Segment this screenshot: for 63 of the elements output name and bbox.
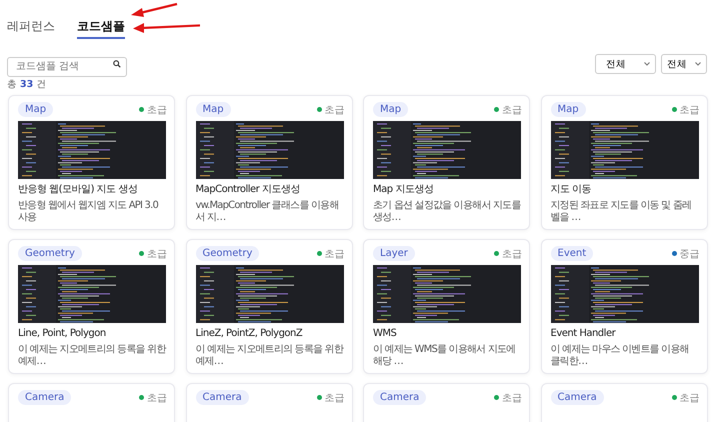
category-tag: Camera [373,390,426,405]
sample-card[interactable]: Camera 초급 [186,383,352,422]
filter-dropdown[interactable]: 전체 [661,54,707,74]
category-tag: Camera [18,390,72,405]
tab[interactable]: 레퍼런스 [7,16,55,37]
card-title: LineZ, PointZ, PolygonZ [196,328,304,340]
level-label: 초급 [502,392,522,404]
sample-card[interactable]: Geometry 초급 Line, Point, Polygon 이 예제는 지오메트리의 등록을 위한 예제… [8,239,175,374]
card-title: WMS [373,328,398,340]
level-label: 초급 [147,104,167,116]
sample-card[interactable]: Event 중급 Event Handler 이 예제는 마우스 이벤트를 이용해 클릭한… [540,239,708,374]
category-tag: Map [373,102,408,117]
sample-card[interactable]: Map 초급 반응형 웹(모바일) 지도 생성 반응형 웹에서 웹지엠 지도 API 3.0 사용 [8,95,175,230]
card-description: 초기 옵션 설정값을 이용해서 지도를 생성… [373,200,522,224]
card-description: 이 예제는 지오메트리의 등록을 위한 예제… [196,344,344,368]
category-tag: Map [196,102,231,117]
sample-card[interactable]: Layer 초급 WMS 이 예제는 WMS를 이용해서 지도에 해당 … [363,239,530,374]
sample-card[interactable]: Map 초급 MapController 지도생성 vw.MapController 클래스를 이용해서 지… [186,95,352,230]
card-title: Line, Point, Polygon [18,328,107,340]
card-description: vw.MapController 클래스를 이용해서 지… [196,200,340,224]
card-title: Map 지도생성 [373,184,434,196]
total-count: 총 33 건 [7,79,46,90]
search-field[interactable]: 코드샘플 검색 [7,56,127,76]
level-label: 초급 [324,392,344,404]
annotation-arrow [131,2,178,17]
category-tag: Event [550,246,594,261]
sample-card[interactable]: Map 초급 Map 지도생성 초기 옵션 설정값을 이용해서 지도를 생성… [363,95,530,230]
level-label: 초급 [324,104,344,116]
level-label: 초급 [680,392,700,404]
level-label: 초급 [147,392,167,404]
level-label: 중급 [680,248,700,260]
card-title: MapController 지도생성 [196,184,301,196]
chevron-down-icon [695,62,701,66]
category-tag: Geometry [196,246,260,261]
category-tag: Camera [196,390,249,405]
card-description: 반응형 웹에서 웹지엠 지도 API 3.0 사용 [18,200,160,224]
card-title: 지도 이동 [550,184,592,196]
card-description: 이 예제는 마우스 이벤트를 이용해 클릭한… [550,344,690,368]
card-title: 반응형 웹(모바일) 지도 생성 [18,184,138,196]
category-tag: Layer [373,246,415,261]
filter-dropdown[interactable]: 전체 [595,54,656,74]
sample-card[interactable]: Map 초급 지도 이동 지정된 좌표로 지도를 이동 및 줌레벨을 … [540,95,708,230]
level-label: 초급 [502,104,522,116]
level-label: 초급 [502,248,522,260]
search-icon [113,60,121,68]
annotation-arrow [133,22,200,33]
sample-card[interactable]: Camera 초급 [8,383,175,422]
sample-card[interactable]: Camera 초급 [363,383,530,422]
card-description: 이 예제는 지오메트리의 등록을 위한 예제… [18,344,167,368]
level-label: 초급 [324,248,344,260]
sample-card[interactable]: Camera 초급 [540,383,708,422]
category-tag: Geometry [18,246,82,261]
chevron-down-icon [644,62,650,66]
tab[interactable]: 코드샘플 [77,16,125,39]
category-tag: Map [550,102,586,117]
category-tag: Map [18,102,54,117]
card-title: Event Handler [550,328,617,340]
card-description: 지정된 좌표로 지도를 이동 및 줌레벨을 … [550,200,692,224]
level-label: 초급 [680,104,700,116]
sample-card[interactable]: Geometry 초급 LineZ, PointZ, PolygonZ 이 예제는 지오메트리의 등록을 위한 예제… [186,239,352,374]
level-label: 초급 [147,248,167,260]
category-tag: Camera [550,390,604,405]
card-description: 이 예제는 WMS를 이용해서 지도에 해당 … [373,344,516,368]
